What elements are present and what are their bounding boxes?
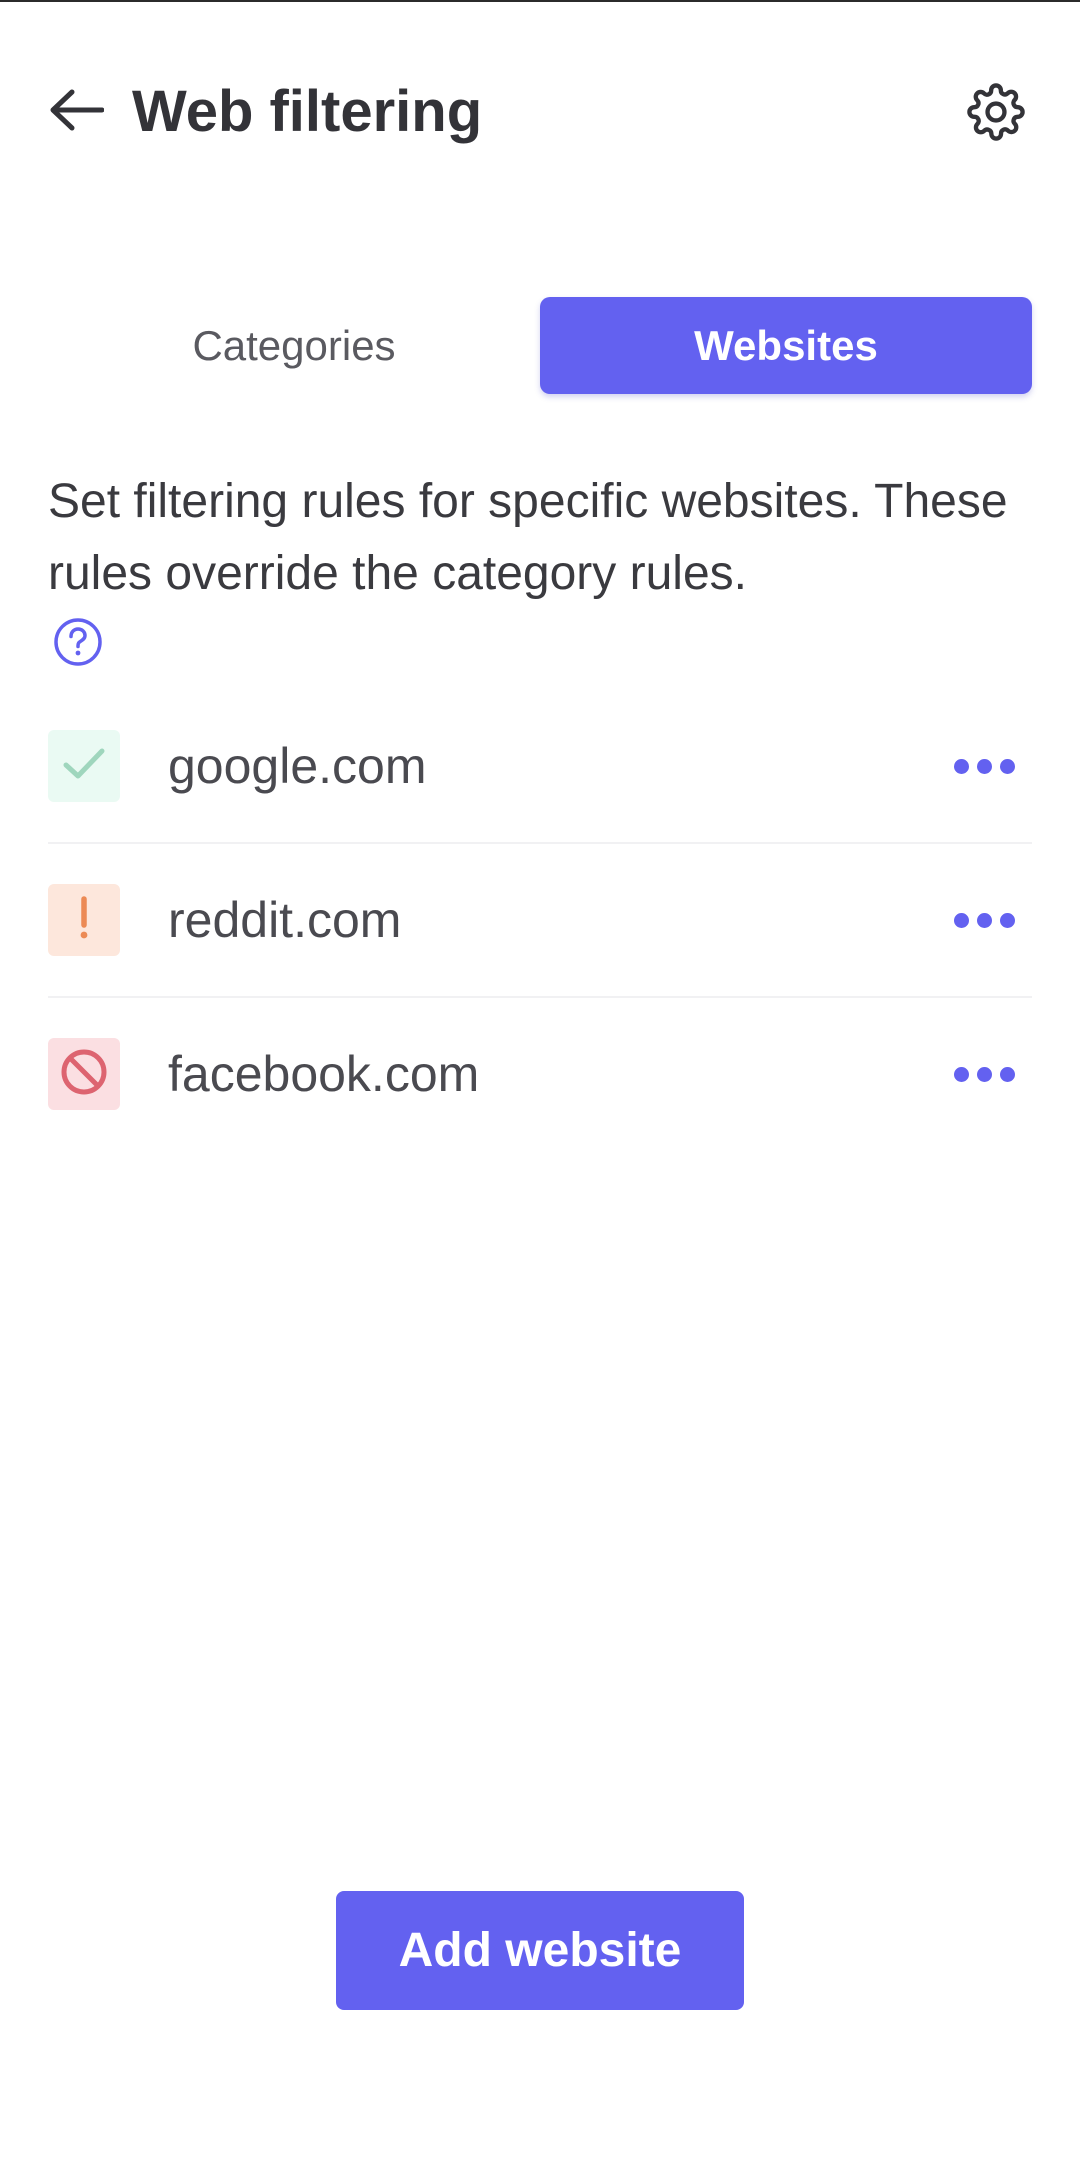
more-dots-icon — [953, 912, 969, 928]
status-badge-warning — [48, 884, 120, 956]
question-circle-icon — [53, 617, 103, 672]
more-dots-icon — [953, 1066, 969, 1082]
filter-tabs: Categories Websites — [48, 297, 1032, 394]
more-dots-icon — [953, 758, 969, 774]
exclamation-icon — [76, 895, 92, 945]
website-more-button[interactable] — [936, 736, 1032, 796]
app-header: Web filtering — [0, 60, 1080, 164]
status-badge-blocked — [48, 1038, 120, 1110]
check-icon — [62, 746, 106, 787]
add-website-button[interactable]: Add website — [336, 1891, 744, 2010]
websites-description: Set filtering rules for specific website… — [48, 475, 1008, 600]
website-row[interactable]: reddit.com — [48, 844, 1032, 998]
gear-icon — [967, 82, 1025, 146]
settings-button[interactable] — [960, 78, 1032, 150]
page-title: Web filtering — [132, 79, 483, 144]
website-more-button[interactable] — [936, 1044, 1032, 1104]
website-domain: facebook.com — [168, 1046, 480, 1102]
blocked-icon — [59, 1047, 109, 1102]
help-button[interactable] — [52, 617, 104, 672]
website-domain: google.com — [168, 738, 427, 794]
status-bar-divider — [0, 0, 1080, 2]
back-button[interactable] — [40, 80, 112, 144]
arrow-left-icon — [48, 88, 105, 137]
tab-categories[interactable]: Categories — [48, 297, 540, 394]
website-list: google.com reddit.com facebook.com — [48, 690, 1032, 1150]
website-more-button[interactable] — [936, 890, 1032, 950]
website-domain: reddit.com — [168, 892, 402, 948]
status-badge-allowed — [48, 730, 120, 802]
tab-websites[interactable]: Websites — [540, 297, 1032, 394]
website-row[interactable]: facebook.com — [48, 998, 1032, 1150]
website-row[interactable]: google.com — [48, 690, 1032, 844]
